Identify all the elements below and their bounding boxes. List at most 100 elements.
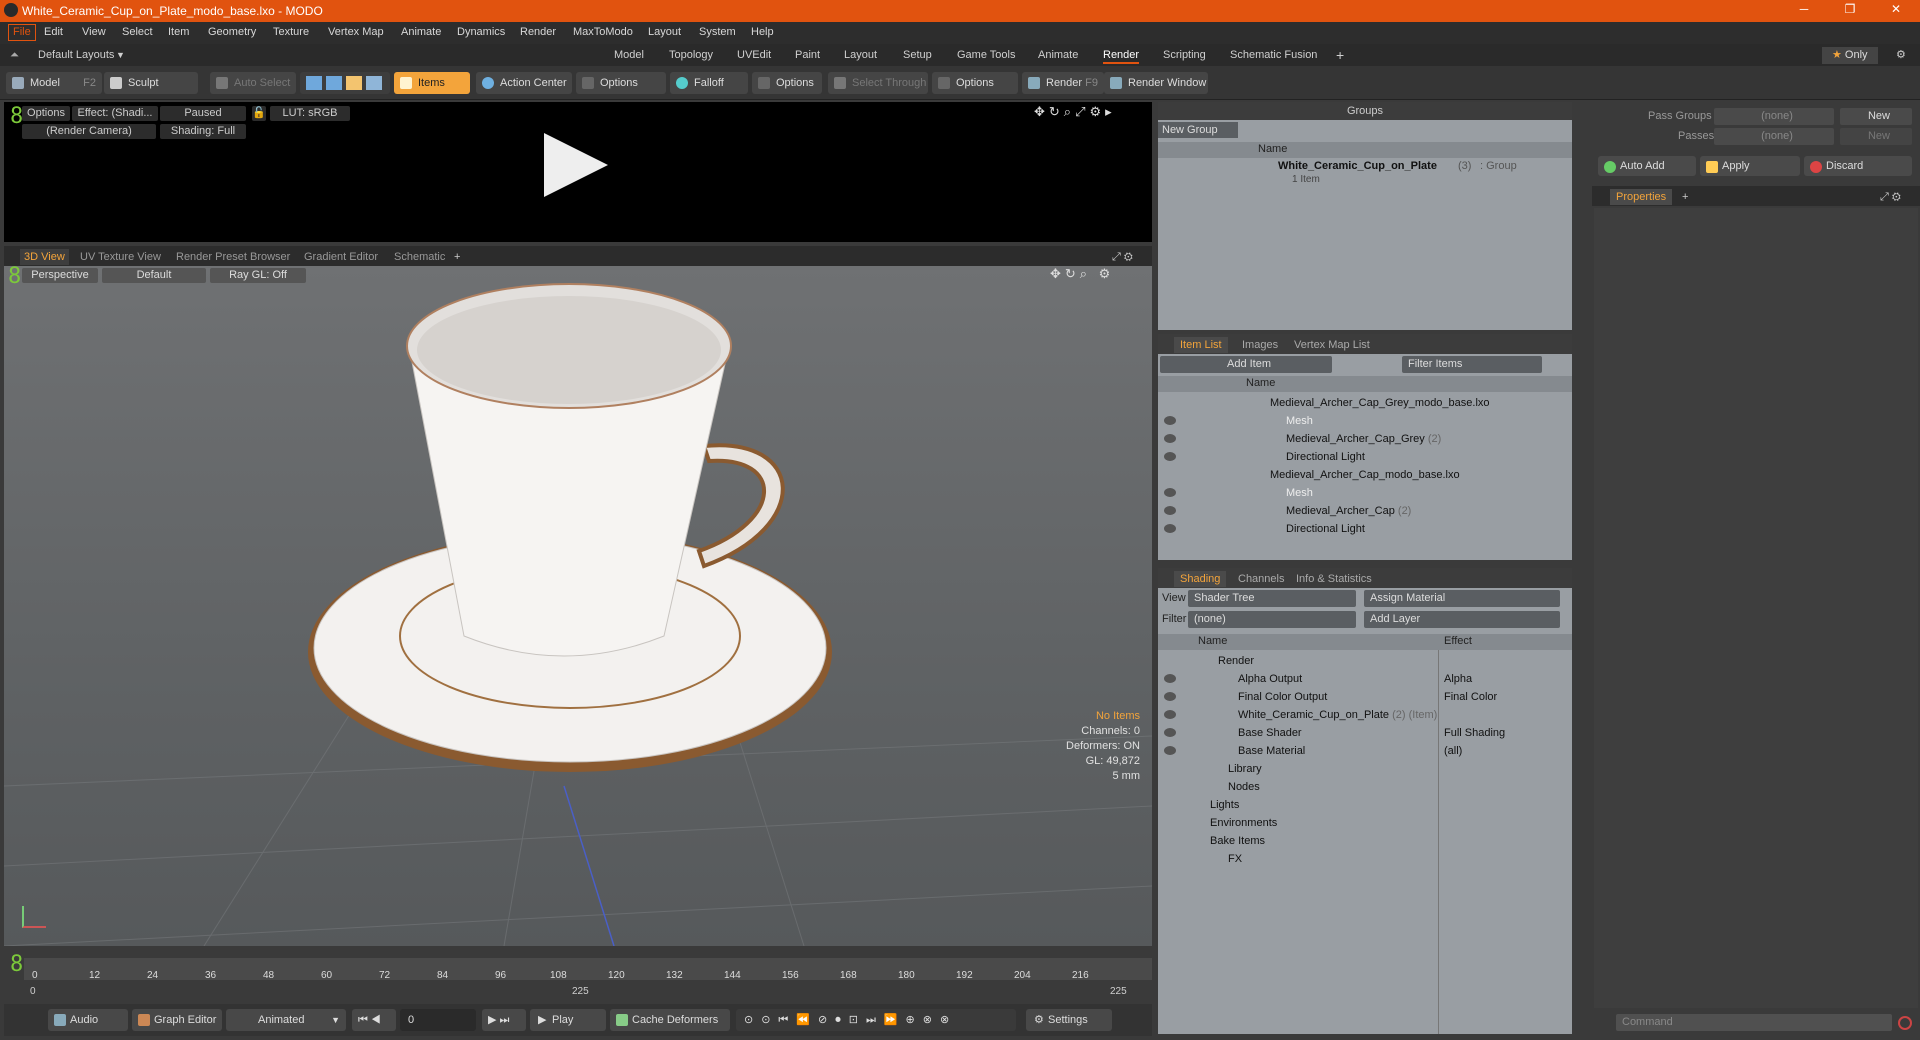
menu-layout[interactable]: Layout	[648, 26, 681, 38]
assign-material-dropdown[interactable]: Assign Material	[1364, 590, 1560, 607]
row-effect[interactable]: Full Shading	[1444, 724, 1505, 742]
menu-texture[interactable]: Texture	[273, 26, 309, 38]
menu-dynamics[interactable]: Dynamics	[457, 26, 505, 38]
rewind-buttons[interactable]: ⏮◀	[352, 1009, 396, 1031]
tab-render[interactable]: Render	[1103, 47, 1140, 64]
eye-icon[interactable]	[1164, 746, 1176, 755]
menu-system[interactable]: System	[699, 26, 736, 38]
menu-item[interactable]: Item	[168, 26, 189, 38]
new-pass-button[interactable]: New	[1840, 128, 1912, 145]
tab-render-preset-browser[interactable]: Render Preset Browser	[172, 249, 294, 265]
shading-dropdown[interactable]: Shading: Full	[160, 124, 246, 139]
settings-button[interactable]: ⚙ Settings	[1026, 1009, 1112, 1031]
tab-item-list[interactable]: Item List	[1174, 337, 1228, 353]
row-effect[interactable]: (all)	[1444, 742, 1462, 760]
star-only-toggle[interactable]: ★ Only	[1822, 47, 1878, 64]
menu-geometry[interactable]: Geometry	[208, 26, 256, 38]
items-button[interactable]: Items	[394, 72, 470, 94]
filter-dropdown[interactable]: (none)	[1188, 611, 1356, 628]
tab-properties[interactable]: Properties	[1610, 189, 1673, 205]
range-start[interactable]: 0	[30, 986, 36, 997]
tab-shading[interactable]: Shading	[1174, 571, 1227, 587]
render-button[interactable]: Render F9	[1022, 72, 1104, 94]
shader-row-cup[interactable]: White_Ceramic_Cup_on_Plate (2) (Item)	[1158, 706, 1572, 724]
edges-mode-icon[interactable]	[326, 76, 342, 90]
lock-icon[interactable]: 🔓	[252, 106, 266, 121]
menu-vertex-map[interactable]: Vertex Map	[328, 26, 384, 38]
shader-row-bake-items[interactable]: Bake Items	[1158, 832, 1572, 850]
record-icon[interactable]	[1898, 1016, 1912, 1030]
falloff-button[interactable]: Falloff	[670, 72, 748, 94]
menu-view[interactable]: View	[82, 26, 106, 38]
forward-buttons[interactable]: ▶⏭	[482, 1009, 526, 1031]
frame-input[interactable]: 0	[400, 1009, 476, 1031]
action-center-button[interactable]: Action Center	[476, 72, 572, 94]
play-icon[interactable]	[544, 133, 608, 197]
tab-3d-view[interactable]: 3D View	[20, 249, 69, 265]
effect-dropdown[interactable]: Effect: (Shadi...	[72, 106, 158, 121]
camera-dropdown[interactable]: (Render Camera)	[22, 124, 156, 139]
eye-icon[interactable]	[1164, 434, 1176, 443]
tab-model[interactable]: Model	[614, 47, 644, 64]
add-item-dropdown[interactable]: Add Item	[1160, 356, 1332, 373]
group-item-name[interactable]: White_Ceramic_Cup_on_Plate	[1278, 160, 1437, 172]
menu-file[interactable]: File	[8, 24, 36, 41]
list-item[interactable]: Medieval_Archer_Cap_Grey (2)	[1158, 430, 1572, 448]
shader-row-fx[interactable]: FX	[1158, 850, 1572, 868]
timeline[interactable]: 8 0 12 24 36 48 60 72 84 96 108 120 132 …	[4, 952, 1152, 1000]
eye-icon[interactable]	[1164, 506, 1176, 515]
tab-layout[interactable]: Layout	[844, 47, 877, 64]
options-button-2[interactable]: Options	[752, 72, 822, 94]
auto-select-button[interactable]: Auto Select	[210, 72, 296, 94]
tab-schematic[interactable]: Schematic	[390, 249, 449, 265]
eye-icon[interactable]	[1164, 416, 1176, 425]
eye-icon[interactable]	[1164, 692, 1176, 701]
pass-groups-dropdown[interactable]: (none)	[1714, 108, 1834, 125]
cache-deformers-button[interactable]: Cache Deformers	[610, 1009, 730, 1031]
vertices-mode-icon[interactable]	[306, 76, 322, 90]
shader-row-base-material[interactable]: Base Material (all)	[1158, 742, 1572, 760]
tab-uv-texture-view[interactable]: UV Texture View	[76, 249, 165, 265]
list-item[interactable]: Medieval_Archer_Cap (2)	[1158, 502, 1572, 520]
default-layouts-dropdown[interactable]: Default Layouts	[38, 47, 114, 64]
discard-button[interactable]: Discard	[1804, 156, 1912, 176]
add-view-tab-icon[interactable]: +	[450, 249, 464, 265]
select-through-button[interactable]: Select Through	[828, 72, 928, 94]
menu-edit[interactable]: Edit	[44, 26, 63, 38]
render-options-button[interactable]: Options	[22, 106, 70, 121]
list-item[interactable]: Directional Light	[1158, 448, 1572, 466]
new-pass-group-button[interactable]: New	[1840, 108, 1912, 125]
auto-add-button[interactable]: Auto Add	[1598, 156, 1696, 176]
render-window-button[interactable]: Render Window	[1104, 72, 1208, 94]
list-item[interactable]: Directional Light	[1158, 520, 1572, 538]
expand-icon[interactable]: ⤢ ⚙	[1874, 189, 1907, 205]
materials-mode-icon[interactable]	[366, 76, 382, 90]
filter-items-input[interactable]: Filter Items	[1402, 356, 1542, 373]
close-icon[interactable]: ✕	[1876, 2, 1916, 20]
play-button[interactable]: ▶ Play	[530, 1009, 606, 1031]
range-end[interactable]: 225	[1110, 986, 1127, 997]
list-item[interactable]: Medieval_Archer_Cap_modo_base.lxo	[1158, 466, 1572, 484]
new-group-button[interactable]: New Group	[1158, 122, 1238, 138]
tab-scripting[interactable]: Scripting	[1163, 47, 1206, 64]
eye-icon[interactable]	[1164, 488, 1176, 497]
tab-game-tools[interactable]: Game Tools	[957, 47, 1016, 64]
tab-schematic-fusion[interactable]: Schematic Fusion	[1230, 47, 1317, 64]
expand-icon[interactable]: ⤢ ⚙	[1108, 249, 1137, 265]
tab-info-statistics[interactable]: Info & Statistics	[1290, 571, 1378, 587]
row-effect[interactable]: Final Color	[1444, 688, 1497, 706]
menu-select[interactable]: Select	[122, 26, 153, 38]
eye-icon[interactable]	[1164, 710, 1176, 719]
menu-help[interactable]: Help	[751, 26, 774, 38]
add-layer-dropdown[interactable]: Add Layer	[1364, 611, 1560, 628]
options-button-1[interactable]: Options	[576, 72, 666, 94]
scene-canvas[interactable]	[4, 266, 1152, 946]
add-properties-tab-icon[interactable]: +	[1676, 189, 1694, 205]
menu-maxtomodo[interactable]: MaxToModo	[573, 26, 633, 38]
shader-row-lights[interactable]: Lights	[1158, 796, 1572, 814]
paused-toggle[interactable]: Paused	[160, 106, 246, 121]
list-item[interactable]: Mesh	[1158, 412, 1572, 430]
layouts-icon[interactable]: ⏶	[10, 47, 19, 64]
chevron-down-icon[interactable]: ▼	[116, 47, 125, 64]
restore-icon[interactable]: ❐	[1830, 2, 1870, 20]
